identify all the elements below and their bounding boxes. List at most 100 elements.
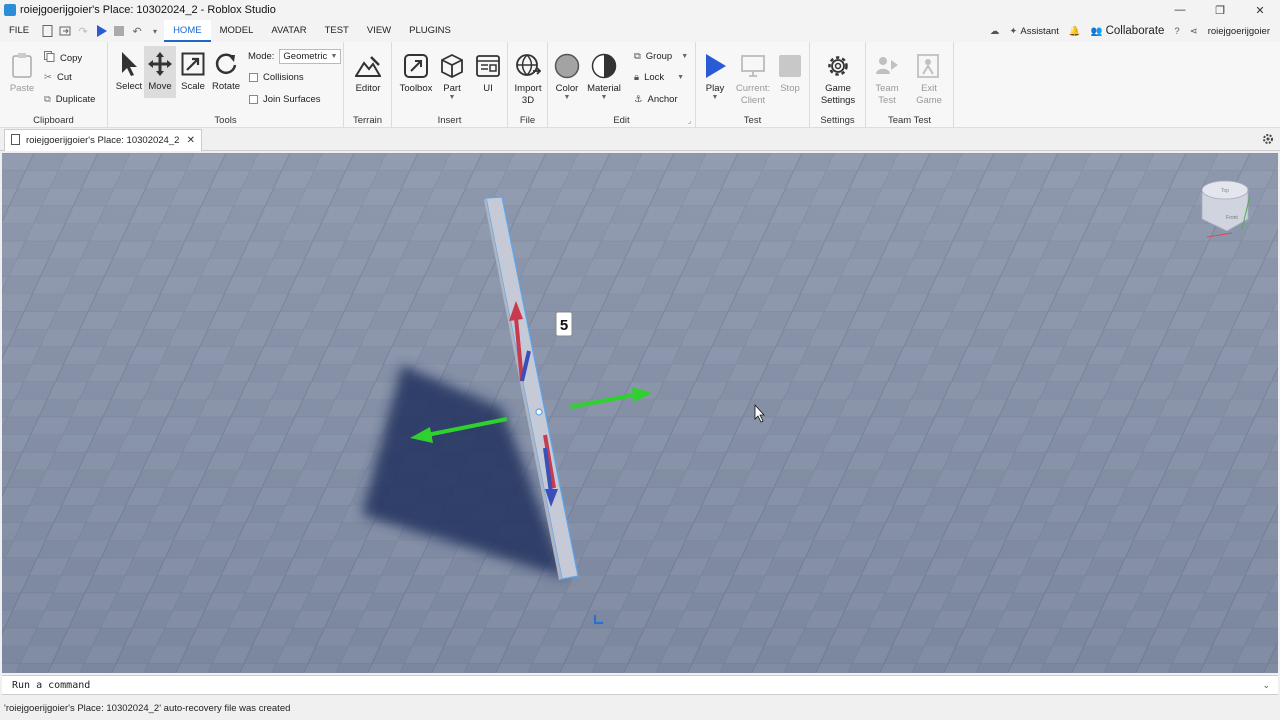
collaborate-label: Collaborate xyxy=(1105,25,1165,37)
redo-disabled-icon: ↷ xyxy=(78,25,88,38)
select-label: Select xyxy=(115,81,143,92)
selection-count-text: 5 xyxy=(560,317,568,334)
command-bar-placeholder[interactable]: Run a command xyxy=(12,680,90,691)
cut-label: Cut xyxy=(56,72,72,83)
duplicate-icon: ⧉ xyxy=(44,94,51,105)
ribbon: Paste Copy ✂ Cut ⧉ Duplicate Clipboard S… xyxy=(0,42,1280,128)
scissors-icon: ✂ xyxy=(44,72,52,83)
rotate-tool-button[interactable]: Rotate xyxy=(210,50,242,98)
assistant-label: Assistant xyxy=(1020,25,1059,37)
assistant-button[interactable]: ✦ Assistant xyxy=(1009,26,1059,37)
lock-button[interactable]: 🔒︎ Lock ▼ xyxy=(634,72,684,83)
test-group-label: Test xyxy=(743,115,762,126)
maximize-button[interactable]: ❐ xyxy=(1200,0,1240,20)
settings-group-label: Settings xyxy=(820,115,855,126)
globe-import-icon xyxy=(514,52,542,80)
cut-button[interactable]: ✂ Cut xyxy=(44,72,72,83)
collaborate-button[interactable]: 👥 Collaborate xyxy=(1091,25,1165,37)
tab-plugins[interactable]: PLUGINS xyxy=(400,20,460,42)
color-dropdown-icon[interactable]: ▼ xyxy=(564,94,571,101)
menu-right-area: ☁ ✦ Assistant 🔔 👥 Collaborate ? ⋖ roiejg… xyxy=(990,20,1270,42)
move-arrows-icon xyxy=(146,50,174,78)
lock-dropdown-icon[interactable]: ▼ xyxy=(677,74,684,81)
tab-view[interactable]: VIEW xyxy=(358,20,400,42)
group-button[interactable]: ⧉ Group ▼ xyxy=(634,51,688,62)
undo-icon[interactable]: ↶ xyxy=(128,20,146,42)
document-tabstrip: roiejgoerijgoier's Place: 10302024_2 ✕ xyxy=(0,128,1280,151)
new-file-icon[interactable] xyxy=(38,20,56,42)
notification-bell-icon[interactable]: 🔔 xyxy=(1069,26,1081,37)
color-button[interactable]: Color ▼ xyxy=(552,52,582,101)
join-surfaces-checkbox[interactable] xyxy=(249,95,258,104)
rotate-label: Rotate xyxy=(212,81,240,92)
3d-viewport[interactable]: 5 Top Front xyxy=(2,153,1278,673)
share-icon[interactable]: ⋖ xyxy=(1190,26,1198,37)
username[interactable]: roiejgoerijgoier xyxy=(1208,26,1270,37)
toolbox-button[interactable]: Toolbox xyxy=(398,52,434,94)
open-icon[interactable] xyxy=(56,20,74,42)
team-test-icon xyxy=(873,52,901,80)
minimize-button[interactable]: — xyxy=(1160,0,1200,20)
duplicate-label: Duplicate xyxy=(55,94,96,105)
window-title: roiejgoerijgoier's Place: 10302024_2 - R… xyxy=(20,4,276,16)
anchor-label: Anchor xyxy=(647,94,678,105)
close-tab-icon[interactable]: ✕ xyxy=(187,135,195,146)
duplicate-button[interactable]: ⧉ Duplicate xyxy=(44,94,95,105)
command-bar-chevron-icon[interactable]: ⌄ xyxy=(1262,680,1270,691)
anchor-button[interactable]: ⚓︎ Anchor xyxy=(634,94,678,105)
terrain-editor-button[interactable]: Editor xyxy=(353,52,383,94)
play-label: Play xyxy=(705,83,725,94)
view-cube-front-label: Front xyxy=(1226,215,1238,221)
scale-label: Scale xyxy=(181,81,205,92)
ui-label: UI xyxy=(483,83,493,94)
collisions-toggle[interactable]: Collisions xyxy=(249,72,304,83)
part-button[interactable]: Part ▼ xyxy=(438,52,466,101)
close-button[interactable]: ✕ xyxy=(1240,0,1280,20)
tab-avatar[interactable]: AVATAR xyxy=(262,20,315,42)
group-label: Group xyxy=(645,51,673,62)
cloud-icon[interactable]: ☁ xyxy=(990,26,1000,37)
collisions-checkbox[interactable] xyxy=(249,73,258,82)
anchor-icon: ⚓︎ xyxy=(634,94,643,105)
tab-home[interactable]: HOME xyxy=(164,20,211,42)
help-icon[interactable]: ? xyxy=(1174,26,1179,37)
tab-test[interactable]: TEST xyxy=(316,20,358,42)
edit-group: Color ▼ Material ▼ ⧉ Group ▼ 🔒︎ Lock ▼ ⚓… xyxy=(548,42,696,128)
viewport-settings-gear-icon[interactable] xyxy=(1260,131,1276,147)
settings-group: Game Settings Settings xyxy=(810,42,866,128)
sparkle-icon: ✦ xyxy=(1009,25,1018,37)
place-document-tab[interactable]: roiejgoerijgoier's Place: 10302024_2 ✕ xyxy=(4,129,202,151)
play-icon[interactable] xyxy=(92,20,110,42)
scale-tool-button[interactable]: Scale xyxy=(178,50,208,98)
group-dropdown-icon[interactable]: ▼ xyxy=(681,53,688,60)
current-client-button: Current: Client xyxy=(734,52,772,107)
quick-access-dropdown-icon[interactable]: ▾ xyxy=(146,20,164,42)
file-menu[interactable]: FILE xyxy=(0,20,38,42)
monitor-icon xyxy=(739,52,767,80)
exit-game-icon xyxy=(915,52,943,80)
viewport-scene[interactable]: 5 Top Front xyxy=(2,153,1278,673)
ui-button[interactable]: UI xyxy=(474,52,502,94)
import-3d-button[interactable]: Import 3D xyxy=(512,52,544,107)
command-bar[interactable]: Run a command ⌄ xyxy=(2,675,1278,695)
part-dropdown-icon[interactable]: ▼ xyxy=(449,94,456,101)
material-button[interactable]: Material ▼ xyxy=(584,52,624,101)
pivot-point[interactable] xyxy=(535,408,543,416)
color-swatch-icon xyxy=(553,52,581,80)
game-settings-button[interactable]: Game Settings xyxy=(818,52,858,107)
tab-model[interactable]: MODEL xyxy=(211,20,263,42)
view-cube-top-label: Top xyxy=(1221,188,1229,194)
team-test-group-label: Team Test xyxy=(887,115,932,126)
scale-icon xyxy=(179,50,207,78)
join-surfaces-toggle[interactable]: Join Surfaces xyxy=(249,94,321,105)
move-tool-button[interactable]: Move xyxy=(144,46,176,98)
play-button[interactable]: Play ▼ xyxy=(700,52,730,101)
mode-select[interactable]: Geometric ▼ xyxy=(279,49,342,64)
copy-button[interactable]: Copy xyxy=(44,51,82,65)
status-message: 'roiejgoerijgoier's Place: 10302024_2' a… xyxy=(4,703,291,714)
select-tool-button[interactable]: Select xyxy=(114,50,144,98)
file-group: Import 3D File xyxy=(508,42,548,128)
play-dropdown-icon[interactable]: ▼ xyxy=(712,94,719,101)
tools-group: Select Move Scale Rotate Mode: Geometric… xyxy=(108,42,344,128)
material-dropdown-icon[interactable]: ▼ xyxy=(601,94,608,101)
